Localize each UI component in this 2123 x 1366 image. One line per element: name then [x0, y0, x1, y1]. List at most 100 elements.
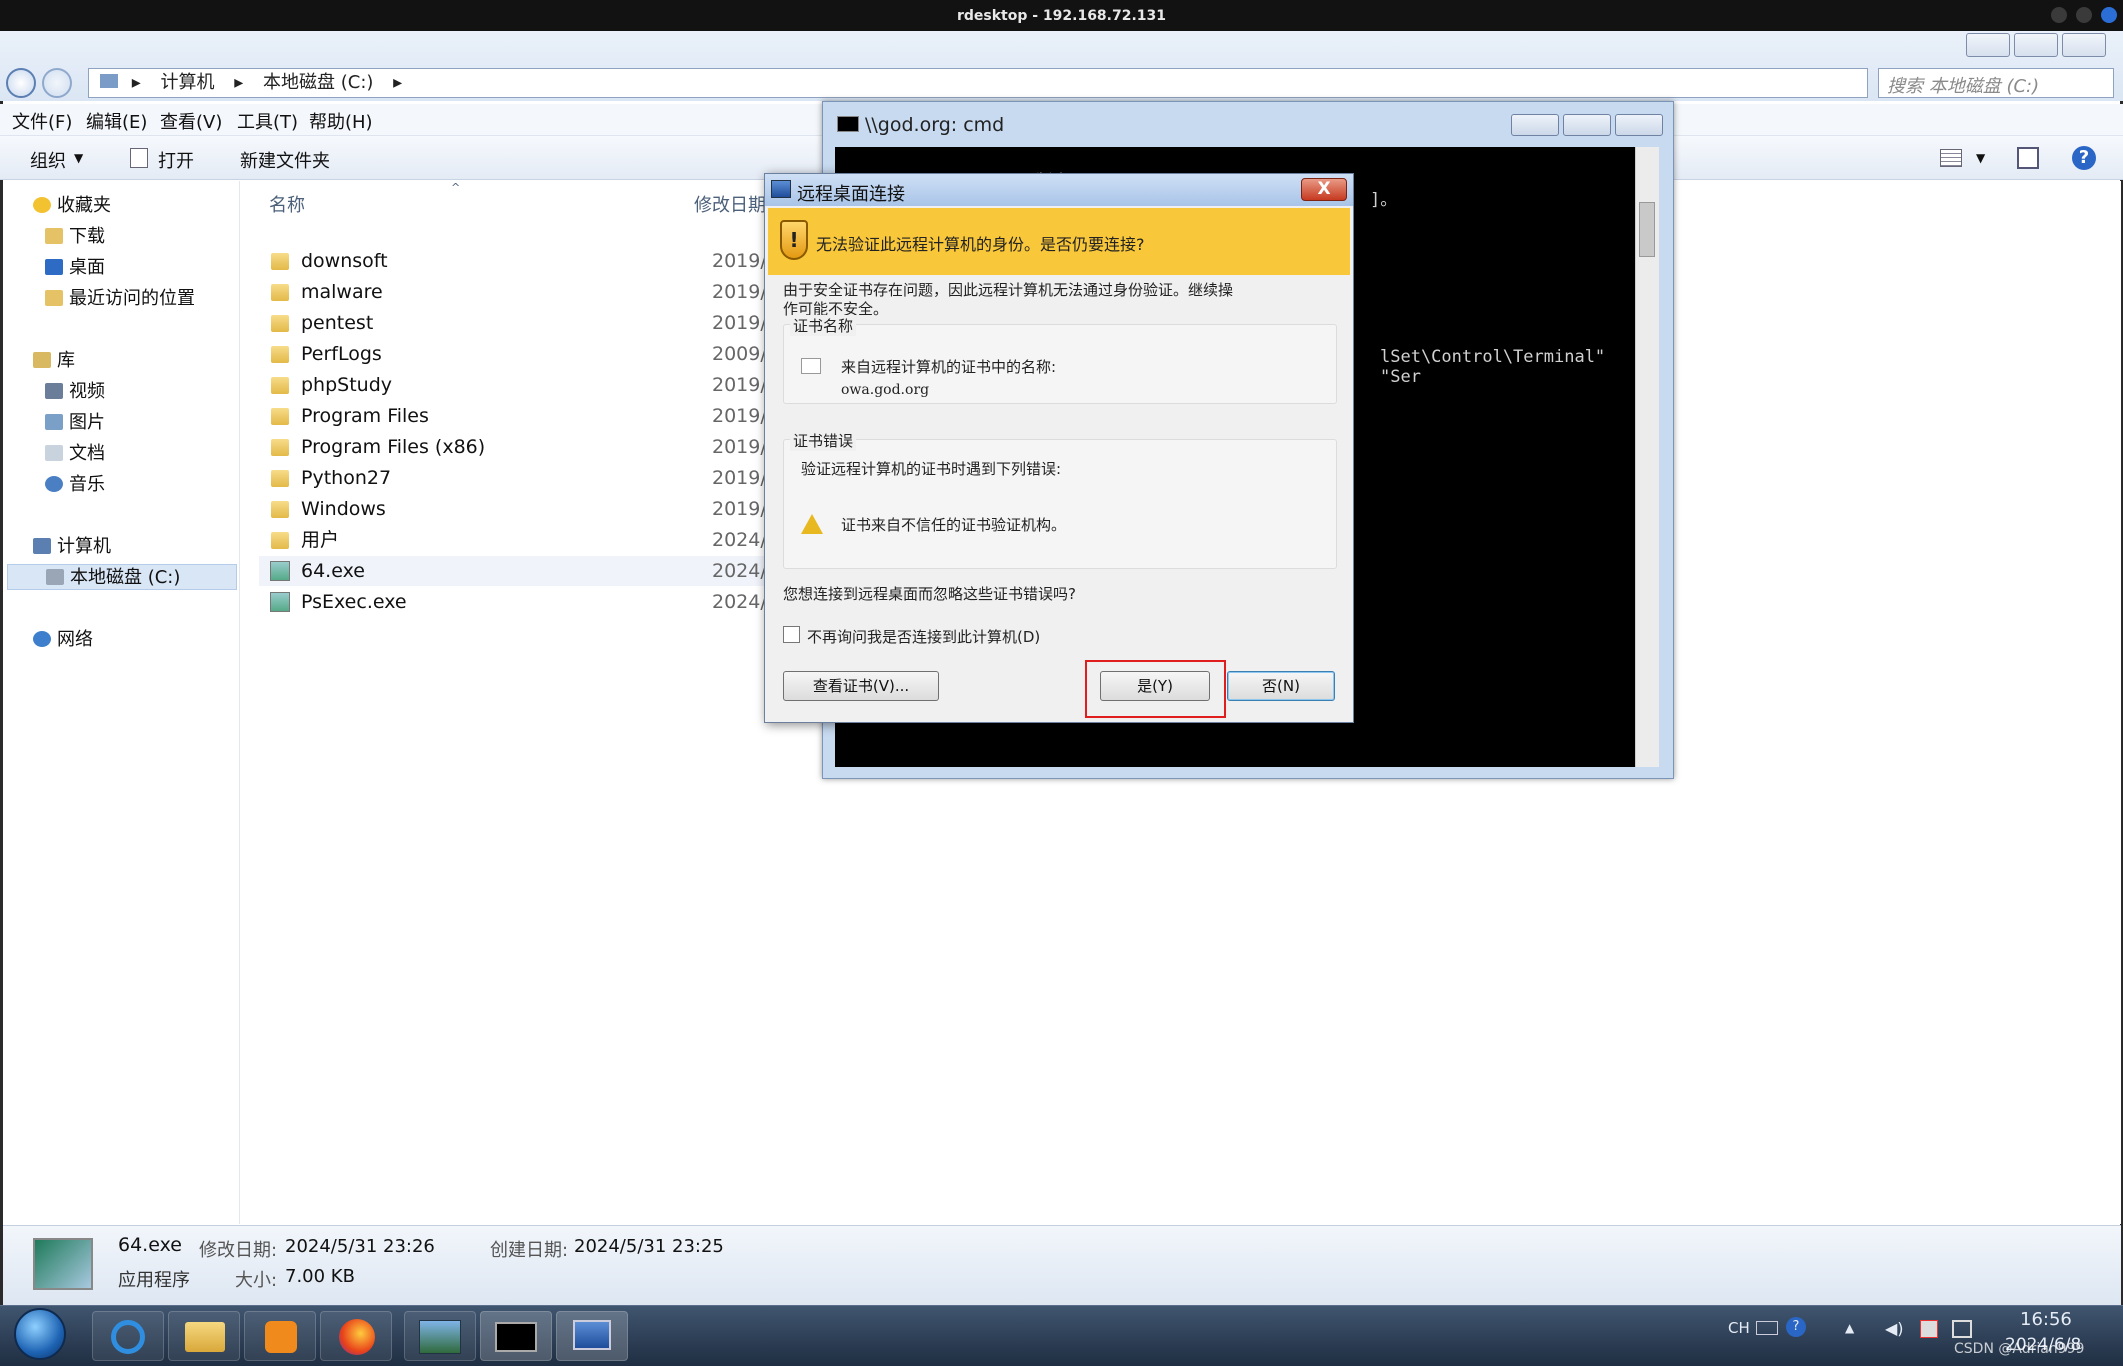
column-modified[interactable]: 修改日期: [694, 191, 766, 217]
computer-icon: [100, 74, 118, 88]
folder-icon: [271, 439, 289, 456]
restore-button[interactable]: [2014, 33, 2058, 57]
highlight-box: [1085, 660, 1226, 718]
sidebar-local-disk[interactable]: 本地磁盘 (C:): [7, 564, 237, 590]
folder-icon: [271, 470, 289, 487]
sidebar-computer[interactable]: 计算机: [33, 534, 111, 560]
status-created: 2024/5/31 23:25: [574, 1236, 724, 1257]
start-button[interactable]: [14, 1308, 66, 1360]
details-pane: 64.exe 修改日期: 2024/5/31 23:26 创建日期: 2024/…: [3, 1225, 2121, 1305]
media-player-taskbar-icon[interactable]: [244, 1311, 316, 1361]
action-center-icon[interactable]: [1920, 1320, 1938, 1338]
file-name: Python27: [301, 467, 392, 489]
search-input[interactable]: 搜索 本地磁盘 (C:): [1878, 68, 2114, 98]
network-status-icon[interactable]: [1952, 1320, 1972, 1338]
help-icon[interactable]: ?: [2072, 146, 2096, 170]
file-name: phpStudy: [301, 374, 393, 396]
sidebar-library[interactable]: 库: [33, 348, 75, 374]
rdp-taskbar-icon[interactable]: [556, 1311, 628, 1361]
exe-icon: [270, 561, 290, 581]
file-name: malware: [301, 281, 383, 303]
file-name: PerfLogs: [301, 343, 382, 365]
back-button[interactable]: [6, 68, 36, 98]
minimize-dot[interactable]: [2051, 7, 2067, 23]
file-name: Program Files: [301, 405, 429, 427]
cmd-maximize-button[interactable]: [1563, 114, 1611, 136]
dont-ask-label[interactable]: 不再询问我是否连接到此计算机(D): [807, 626, 1040, 647]
sidebar-desktop[interactable]: 桌面: [45, 255, 105, 281]
warning-banner: ! 无法验证此远程计算机的身份。是否仍要连接?: [768, 208, 1350, 275]
security-shield-icon: !: [780, 220, 808, 260]
network-icon: [33, 631, 51, 647]
sidebar-music[interactable]: 音乐: [45, 472, 105, 498]
remote-desktop-icon: [573, 1320, 611, 1350]
preview-pane-icon[interactable]: [2017, 147, 2039, 169]
view-options-icon[interactable]: [1940, 149, 1962, 167]
status-type: 应用程序: [118, 1270, 190, 1291]
breadcrumb: ▸ 计算机 ▸ 本地磁盘 (C:) ▸: [100, 69, 416, 97]
sidebar-downloads[interactable]: 下载: [45, 224, 105, 250]
minimize-button[interactable]: [1966, 33, 2010, 57]
cmd-scrollbar[interactable]: [1635, 147, 1659, 767]
organize-button[interactable]: 组织: [30, 147, 66, 173]
ie-taskbar-icon[interactable]: [92, 1311, 164, 1361]
ignore-question: 您想连接到远程桌面而忽略这些证书错误吗?: [783, 585, 1076, 603]
keyboard-icon[interactable]: [1756, 1321, 1778, 1335]
no-button[interactable]: 否(N): [1227, 671, 1335, 701]
file-name: Program Files (x86): [301, 436, 486, 458]
scroll-thumb[interactable]: [1639, 202, 1655, 257]
sidebar-videos[interactable]: 视频: [45, 379, 105, 405]
rdesktop-titlebar: rdesktop - 192.168.72.131: [0, 0, 2123, 31]
status-size-label: 大小:: [235, 1270, 278, 1291]
ie-icon: [111, 1320, 145, 1354]
sidebar-documents[interactable]: 文档: [45, 441, 105, 467]
menu-view[interactable]: 查看(V): [160, 108, 222, 134]
dialog-close-button[interactable]: X: [1301, 178, 1347, 201]
folder-icon: [271, 377, 289, 394]
breadcrumb-local-disk[interactable]: 本地磁盘 (C:): [263, 72, 373, 93]
close-dot[interactable]: [2101, 7, 2117, 23]
network-tool-taskbar-icon[interactable]: [404, 1311, 476, 1361]
sidebar-pictures[interactable]: 图片: [45, 410, 105, 436]
help-icon[interactable]: ?: [1786, 1317, 1806, 1337]
cmd-icon: [837, 116, 859, 132]
chevron-down-icon[interactable]: ▼: [1976, 151, 1985, 165]
sort-arrow-icon: ^: [451, 181, 461, 194]
maximize-dot[interactable]: [2076, 7, 2092, 23]
menu-tools[interactable]: 工具(T): [237, 108, 298, 134]
new-folder-button[interactable]: 新建文件夹: [240, 147, 330, 173]
menu-edit[interactable]: 编辑(E): [86, 108, 147, 134]
watermark: CSDN @Adrian999: [1954, 1341, 2085, 1357]
warning-icon: [801, 514, 823, 534]
sidebar-recent[interactable]: 最近访问的位置: [45, 286, 195, 312]
system-tray: CH ? ▲ ◀) 16:56 2024/6/8 CSDN @Adrian999: [1720, 1305, 2120, 1366]
explorer-window-controls: [1966, 31, 2116, 61]
dont-ask-checkbox[interactable]: [783, 626, 800, 643]
breadcrumb-computer[interactable]: 计算机: [161, 72, 215, 93]
language-indicator[interactable]: CH: [1728, 1319, 1750, 1337]
clock-time[interactable]: 16:56: [2020, 1309, 2072, 1330]
cmd-taskbar-icon[interactable]: [480, 1311, 552, 1361]
pictures-icon: [45, 414, 63, 430]
close-button[interactable]: [2062, 33, 2106, 57]
cmd-close-button[interactable]: [1615, 114, 1663, 136]
forward-button[interactable]: [42, 68, 72, 98]
menu-help[interactable]: 帮助(H): [309, 108, 373, 134]
cmd-title: \\god.org: cmd: [865, 114, 1005, 136]
folder-icon: [271, 315, 289, 332]
cmd-minimize-button[interactable]: [1511, 114, 1559, 136]
view-certificate-button[interactable]: 查看证书(V)...: [783, 671, 939, 701]
sidebar-favorites[interactable]: 收藏夹: [33, 193, 111, 219]
firefox-taskbar-icon[interactable]: [320, 1311, 392, 1361]
sidebar-network[interactable]: 网络: [33, 627, 93, 653]
show-hidden-icons[interactable]: ▲: [1845, 1321, 1854, 1335]
exe-file-icon: [33, 1238, 93, 1290]
speaker-icon[interactable]: ◀): [1885, 1319, 1904, 1338]
library-icon: [33, 352, 51, 368]
open-button[interactable]: 打开: [158, 147, 194, 173]
folder-icon: [271, 501, 289, 518]
folder-icon: [271, 253, 289, 270]
column-name[interactable]: 名称: [269, 191, 305, 217]
menu-file[interactable]: 文件(F): [12, 108, 72, 134]
explorer-taskbar-icon[interactable]: [168, 1311, 240, 1361]
